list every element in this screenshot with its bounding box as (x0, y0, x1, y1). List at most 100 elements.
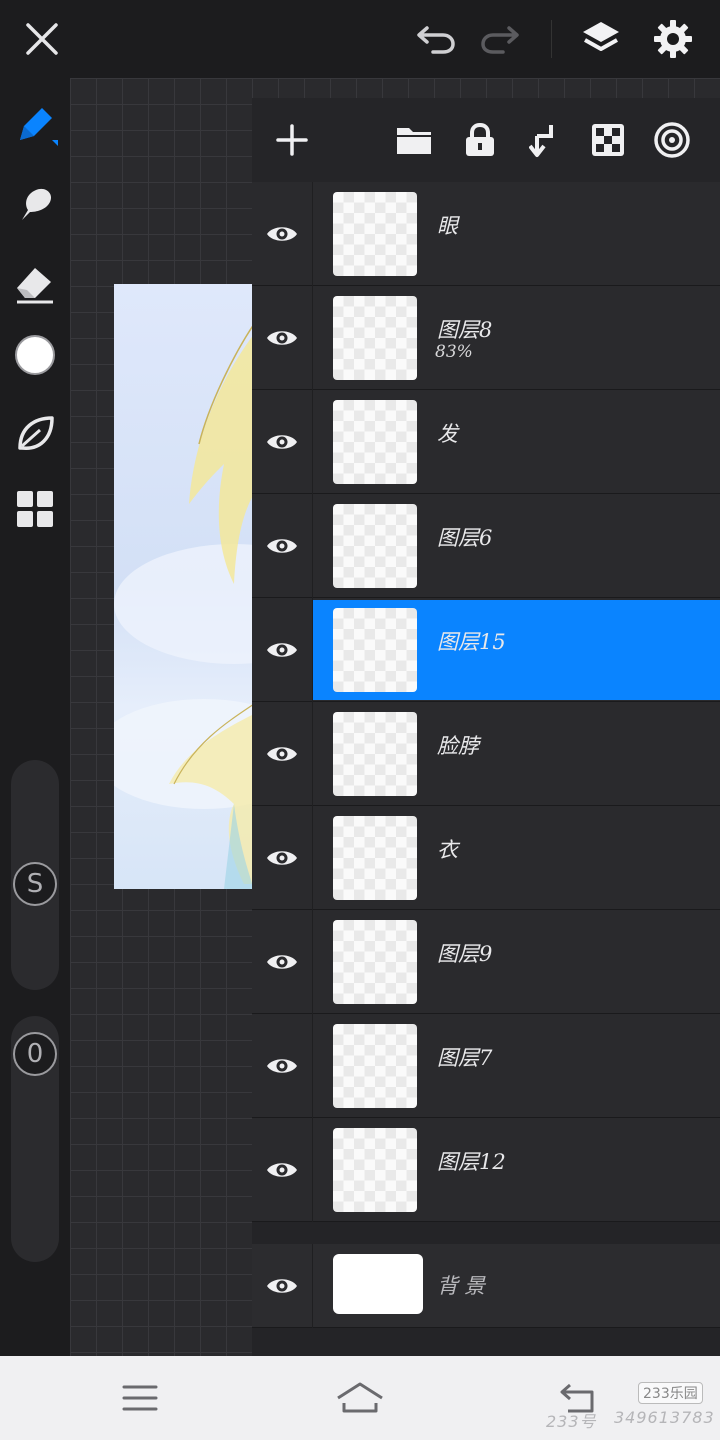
color-swatch[interactable] (8, 328, 62, 382)
layers-panel: 眼图层8 83% 发图层6 图层15 脸脖衣图层9 图层7 图层12 背景 (252, 98, 720, 1356)
visibility-toggle[interactable] (260, 313, 304, 363)
smudge-tool[interactable] (8, 178, 62, 232)
brush-tool[interactable] (8, 98, 62, 152)
layer-thumbnail[interactable] (333, 816, 417, 900)
merge-down-button[interactable] (520, 118, 568, 162)
add-layer-icon (276, 124, 308, 156)
eraser-tool[interactable] (8, 256, 62, 310)
layer-name: 脸脖 (437, 734, 479, 758)
visibility-toggle[interactable] (260, 1041, 304, 1091)
watermark-id: 349613783 (614, 1408, 715, 1427)
leaf-icon (18, 416, 54, 450)
system-nav-bar: 233乐园 233号 349613783 (0, 1356, 720, 1440)
layers-icon (583, 22, 619, 51)
visibility-toggle[interactable] (260, 1261, 304, 1311)
layer-row[interactable]: 图层7 (252, 1014, 720, 1118)
undo-button[interactable] (408, 14, 464, 64)
layer-row[interactable]: 图层12 (252, 1118, 720, 1222)
blend-mode-button[interactable] (648, 118, 696, 162)
left-toolbar: S 0 (0, 78, 70, 1356)
layer-name: 图层15 (437, 630, 506, 654)
top-bar (0, 0, 720, 78)
visibility-toggle[interactable] (260, 1145, 304, 1195)
layer-row[interactable]: 衣 (252, 806, 720, 910)
transparency-icon (592, 124, 624, 156)
eye-icon (267, 1059, 297, 1073)
eye-icon (267, 851, 297, 865)
folder-button[interactable] (390, 118, 438, 162)
layer-name: 背景 (437, 1274, 491, 1298)
layer-thumbnail[interactable] (333, 504, 417, 588)
eye-icon (267, 747, 297, 761)
layer-thumbnail[interactable] (333, 1024, 417, 1108)
gallery-tool[interactable] (8, 482, 62, 536)
layer-opacity: 83% (435, 342, 473, 362)
lock-button[interactable] (456, 118, 504, 162)
opacity-label: 0 (26, 1039, 44, 1069)
undo-icon (417, 26, 455, 54)
background-layer-row[interactable]: 背景 (252, 1244, 720, 1328)
gear-icon (654, 20, 692, 58)
layer-row[interactable]: 图层8 83% (252, 286, 720, 390)
folder-icon (397, 128, 431, 154)
watermark-site: 233乐园 (638, 1382, 703, 1404)
visibility-toggle[interactable] (260, 833, 304, 883)
layers-button[interactable] (573, 14, 629, 64)
app-screen: S 0 眼 图层8 83% 发 图层6 图层15 脸脖 衣 图层9 图层7 图层… (0, 0, 720, 1440)
layer-name: 衣 (437, 838, 458, 862)
gallery-grid-icon (17, 491, 53, 527)
eye-icon (267, 643, 297, 657)
opacity-knob[interactable]: 0 (13, 1032, 57, 1076)
layer-row[interactable]: 脸脖 (252, 702, 720, 806)
menu-icon (122, 1385, 158, 1411)
close-button[interactable] (14, 14, 70, 64)
visibility-toggle[interactable] (260, 729, 304, 779)
eye-icon (267, 227, 297, 241)
layer-row[interactable]: 图层6 (252, 494, 720, 598)
transparency-button[interactable] (584, 118, 632, 162)
layer-row[interactable]: 发 (252, 390, 720, 494)
layers-panel-header (252, 98, 720, 182)
layer-name: 眼 (437, 214, 458, 238)
brush-icon (20, 108, 58, 146)
leaf-tool[interactable] (8, 406, 62, 460)
layer-name: 图层7 (437, 1046, 493, 1070)
layer-row[interactable]: 图层9 (252, 910, 720, 1014)
settings-button[interactable] (645, 14, 701, 64)
visibility-toggle[interactable] (260, 521, 304, 571)
divider (551, 20, 552, 58)
layer-thumbnail[interactable] (333, 608, 417, 692)
layer-thumbnail[interactable] (333, 192, 417, 276)
merge-down-icon (529, 125, 553, 157)
layer-thumbnail[interactable] (333, 920, 417, 1004)
layer-row[interactable]: 眼 (252, 182, 720, 286)
layer-name: 图层8 (437, 318, 493, 342)
eye-icon (267, 1163, 297, 1177)
blend-mode-icon (654, 122, 690, 158)
size-label: S (26, 869, 44, 899)
visibility-toggle[interactable] (260, 209, 304, 259)
visibility-toggle[interactable] (260, 625, 304, 675)
eye-icon (267, 955, 297, 969)
layer-thumbnail[interactable] (333, 712, 417, 796)
visibility-toggle[interactable] (260, 417, 304, 467)
artwork-canvas[interactable] (114, 284, 254, 889)
layer-thumbnail (333, 1254, 423, 1314)
smudge-icon (22, 188, 52, 220)
home-icon (337, 1382, 383, 1413)
add-layer-button[interactable] (268, 118, 316, 162)
layer-name: 图层9 (437, 942, 493, 966)
home-button[interactable] (330, 1374, 390, 1422)
watermark-id-label: 233号 (546, 1412, 597, 1431)
layer-thumbnail[interactable] (333, 296, 417, 380)
layer-row[interactable]: 图层15 (252, 598, 720, 702)
menu-button[interactable] (110, 1374, 170, 1422)
visibility-toggle[interactable] (260, 937, 304, 987)
color-circle (15, 335, 55, 375)
layer-thumbnail[interactable] (333, 400, 417, 484)
redo-button[interactable] (472, 14, 528, 64)
brush-size-knob[interactable]: S (13, 862, 57, 906)
layer-name: 图层12 (437, 1150, 506, 1174)
layer-thumbnail[interactable] (333, 1128, 417, 1212)
eraser-icon (17, 268, 53, 304)
